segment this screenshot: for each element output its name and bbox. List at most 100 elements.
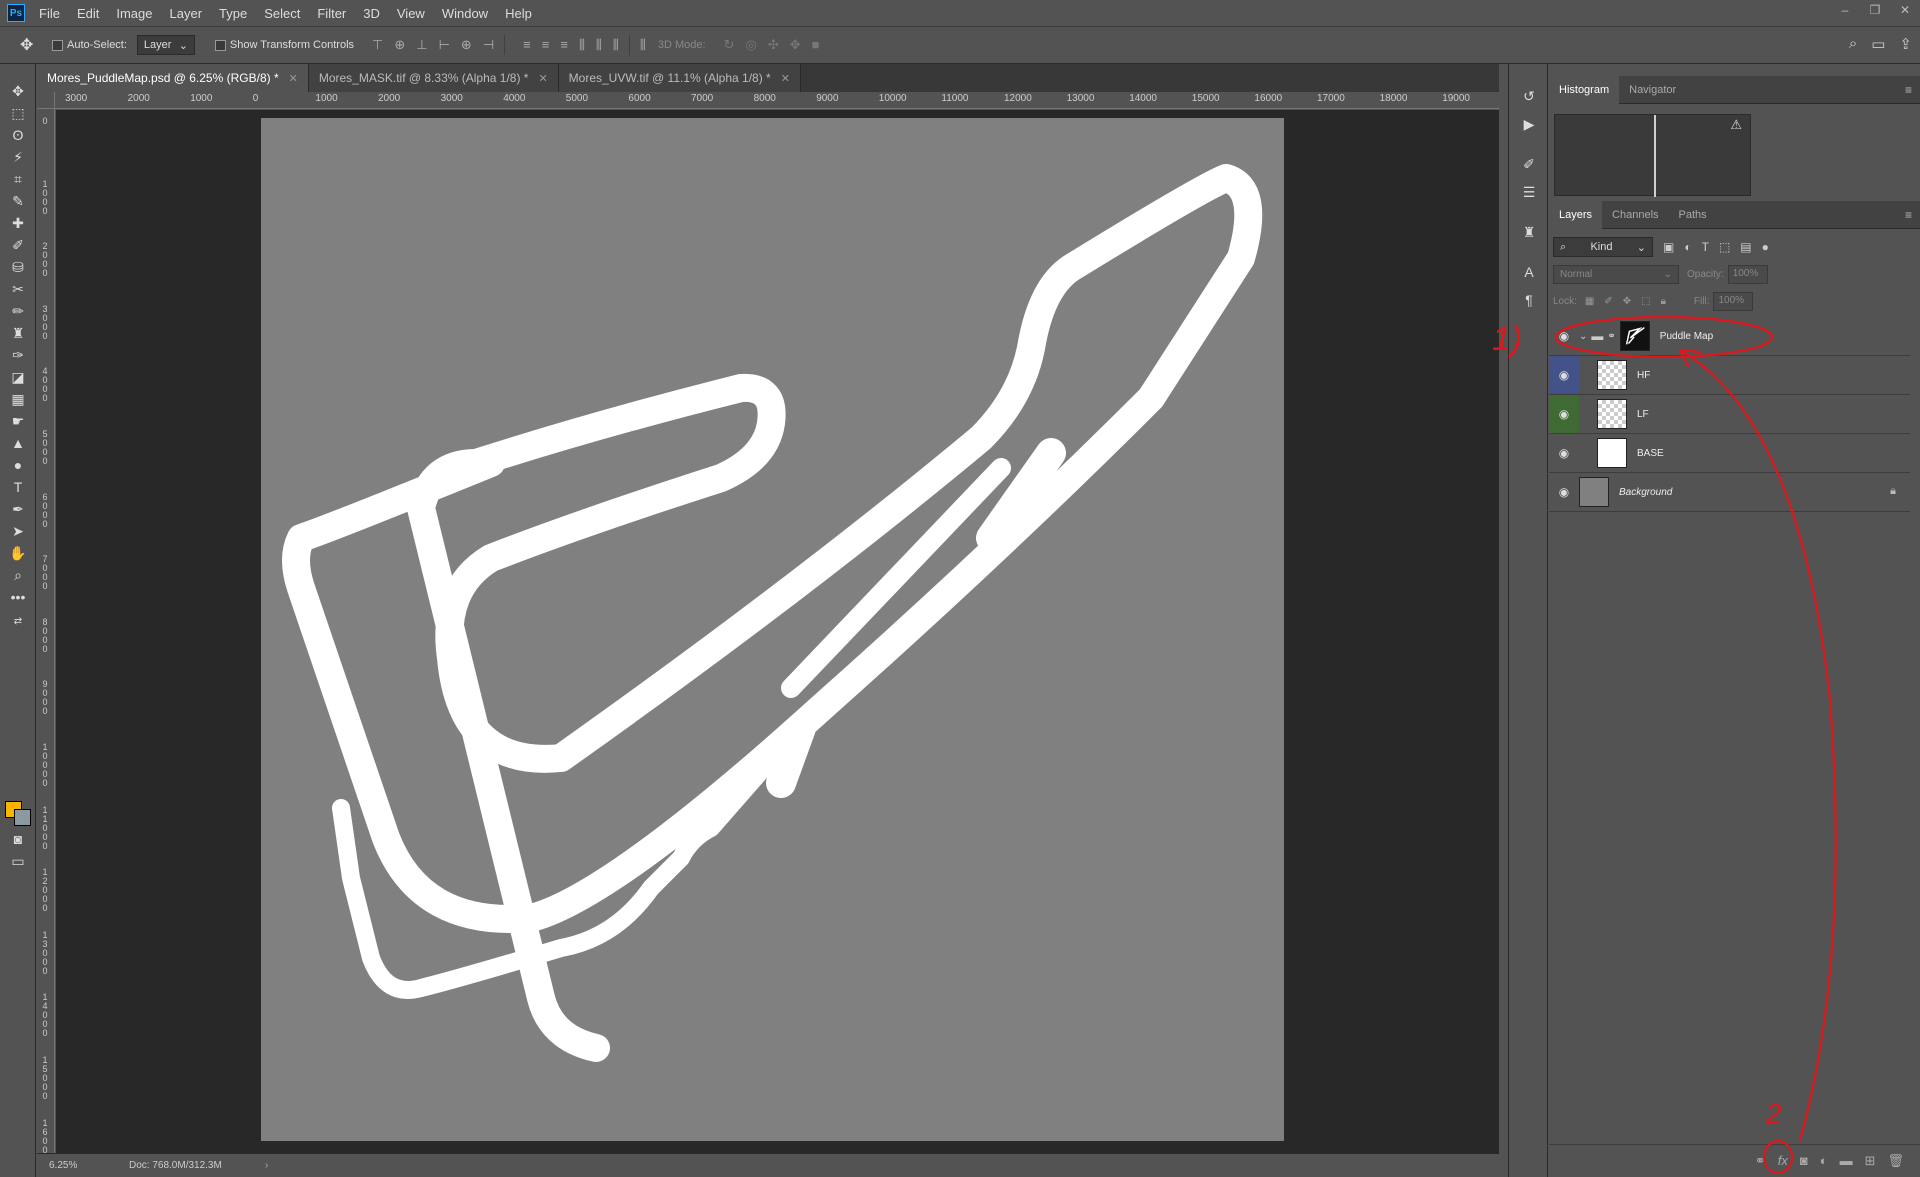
document-canvas[interactable]	[261, 118, 1284, 1141]
menu-3d[interactable]: 3D	[363, 6, 380, 21]
3d-orbit-icon[interactable]: ↻	[724, 37, 735, 53]
zoom-icon[interactable]: ⌕	[0, 564, 36, 586]
crop-icon[interactable]: ⌗	[0, 168, 36, 190]
photoshop-logo[interactable]: Ps	[7, 4, 25, 22]
menu-help[interactable]: Help	[505, 6, 532, 21]
lasso-icon[interactable]: ʘ	[0, 124, 36, 146]
clone-source-icon[interactable]: ♜	[1509, 220, 1549, 244]
link-layers-icon[interactable]: ⚭	[1755, 1153, 1766, 1169]
eraser-icon[interactable]: ◪	[0, 366, 36, 388]
pixel-filter-icon[interactable]: ▣	[1663, 240, 1674, 254]
canvas-area[interactable]	[56, 110, 1499, 1153]
auto-align-icon[interactable]: ⫼	[640, 37, 646, 53]
history-icon[interactable]: ↺	[1509, 84, 1549, 108]
tab-paths[interactable]: Paths	[1669, 201, 1717, 229]
3d-pan-icon[interactable]: ✣	[768, 37, 779, 53]
tab-uvw[interactable]: Mores_UVW.tif @ 11.1% (Alpha 1/8) * ✕	[558, 64, 801, 92]
art-history-icon[interactable]: ✑	[0, 344, 36, 366]
align-hcenter-icon[interactable]: ⊕	[461, 37, 472, 53]
3d-scale-icon[interactable]: ■	[812, 37, 820, 53]
fill-field[interactable]: 100%	[1713, 291, 1754, 311]
marquee-icon[interactable]: ⬚	[0, 102, 36, 124]
quick-mask-icon[interactable]: ◙	[0, 828, 36, 850]
hand-icon[interactable]: ✋	[0, 542, 36, 564]
search-icon[interactable]: ⌕	[1849, 35, 1857, 53]
chevron-down-icon[interactable]: ⌄	[1579, 331, 1587, 342]
tab-puddlemap[interactable]: Mores_PuddleMap.psd @ 6.25% (RGB/8) * ✕	[37, 64, 309, 92]
lock-position-icon[interactable]: ✥	[1623, 296, 1631, 307]
distribute-top-icon[interactable]: ≡	[523, 37, 531, 53]
dodge-icon[interactable]: ●	[0, 454, 36, 476]
eye-icon[interactable]: ◉	[1549, 317, 1579, 355]
menu-filter[interactable]: Filter	[317, 6, 346, 21]
type-icon[interactable]: T	[0, 476, 36, 498]
tab-mask[interactable]: Mores_MASK.tif @ 8.33% (Alpha 1/8) * ✕	[308, 64, 559, 92]
sharpen-icon[interactable]: ▲	[0, 432, 36, 454]
vertical-ruler[interactable]: 0 1000 2000 3000 4000 5000 6000 7000 8000 9000 100…	[37, 109, 55, 1156]
align-vcenter-icon[interactable]: ⊕	[394, 37, 405, 53]
stamp-icon[interactable]: ⛁	[0, 256, 36, 278]
lock-artboard-icon[interactable]: ⬚	[1641, 296, 1650, 307]
smart-object-filter-icon[interactable]: ▤	[1740, 240, 1751, 254]
character-icon[interactable]: A	[1509, 260, 1549, 284]
layer-style-icon[interactable]: fx	[1778, 1153, 1788, 1168]
align-top-icon[interactable]: ⊤	[372, 37, 383, 53]
add-mask-icon[interactable]: ◙	[1800, 1153, 1808, 1168]
close-icon[interactable]: ✕	[289, 72, 298, 85]
eyedropper-icon[interactable]: ✎	[0, 190, 36, 212]
distribute-vcenter-icon[interactable]: ≡	[542, 37, 550, 53]
layer-thumbnail[interactable]	[1597, 399, 1627, 429]
eye-icon[interactable]: ◉	[1549, 473, 1579, 511]
move-icon[interactable]: ✥	[0, 80, 36, 102]
tab-channels[interactable]: Channels	[1602, 201, 1668, 229]
eye-icon[interactable]: ◉	[1549, 434, 1579, 472]
shape-filter-icon[interactable]: ⬚	[1719, 240, 1730, 254]
screen-mode-icon[interactable]: ▭	[0, 850, 36, 872]
lock-pixels-icon[interactable]: ✐	[1604, 296, 1612, 307]
close-button[interactable]: ✕	[1890, 0, 1920, 20]
restore-button[interactable]: ❐	[1860, 0, 1890, 20]
menu-type[interactable]: Type	[219, 6, 247, 21]
layer-thumbnail[interactable]	[1579, 477, 1609, 507]
menu-select[interactable]: Select	[264, 6, 300, 21]
auto-select-checkbox[interactable]: Auto-Select:	[52, 39, 127, 51]
paragraph-icon[interactable]: ¶	[1509, 288, 1549, 312]
distribute-left-icon[interactable]: ⫼	[579, 37, 585, 53]
horizontal-ruler[interactable]: 3000 2000 1000 0 1000 2000 3000 4000 5000 6000 700…	[55, 92, 1499, 109]
lock-transparency-icon[interactable]: ▦	[1585, 296, 1594, 307]
swap-colors-icon[interactable]: ⇄	[0, 614, 36, 630]
background-color-swatch[interactable]	[14, 809, 31, 826]
close-icon[interactable]: ✕	[781, 72, 790, 85]
pen-icon[interactable]: ✒	[0, 498, 36, 520]
brush-icon[interactable]: ✐	[0, 234, 36, 256]
panel-menu-icon[interactable]: ≡	[1905, 208, 1912, 222]
close-icon[interactable]: ✕	[538, 72, 547, 85]
minimize-button[interactable]: –	[1830, 0, 1860, 20]
magic-wand-icon[interactable]: ⚡	[0, 146, 36, 168]
blend-mode-dropdown[interactable]: Normal ⌄	[1553, 264, 1679, 284]
menu-window[interactable]: Window	[442, 6, 488, 21]
layer-row-background[interactable]: ◉ Background 🔒︎	[1549, 473, 1910, 512]
workspace-icon[interactable]: ▭	[1871, 35, 1885, 53]
layer-row-lf[interactable]: ◉ LF	[1549, 395, 1910, 434]
type-filter-icon[interactable]: T	[1702, 240, 1709, 254]
brush-settings-icon[interactable]: ✐	[1509, 152, 1549, 176]
distribute-bottom-icon[interactable]: ≡	[560, 37, 568, 53]
warning-icon[interactable]: ⚠	[1730, 117, 1742, 133]
filter-toggle-icon[interactable]: ●	[1762, 240, 1769, 254]
layer-kind-dropdown[interactable]: ⌕ Kind ⌄	[1553, 237, 1653, 257]
layer-mask-thumbnail[interactable]	[1619, 321, 1650, 351]
clone-stamp-icon[interactable]: ♜	[0, 322, 36, 344]
adjustment-filter-icon[interactable]: ◐	[1684, 240, 1691, 254]
layer-row-puddle-map[interactable]: ◉ ⌄ ▬ ⚭ Puddle Map	[1549, 317, 1910, 356]
menu-edit[interactable]: Edit	[77, 6, 99, 21]
tab-histogram[interactable]: Histogram	[1549, 75, 1620, 104]
new-group-icon[interactable]: ▬	[1840, 1153, 1853, 1168]
distribute-hcenter-icon[interactable]: ⫼	[596, 37, 602, 53]
align-left-icon[interactable]: ⊢	[439, 37, 450, 53]
layer-row-hf[interactable]: ◉ HF	[1549, 356, 1910, 395]
history-brush-icon[interactable]: ✂	[0, 278, 36, 300]
layer-thumbnail[interactable]	[1597, 360, 1627, 390]
lock-all-icon[interactable]: 🔒︎	[1661, 296, 1666, 307]
layer-thumbnail[interactable]	[1597, 438, 1627, 468]
